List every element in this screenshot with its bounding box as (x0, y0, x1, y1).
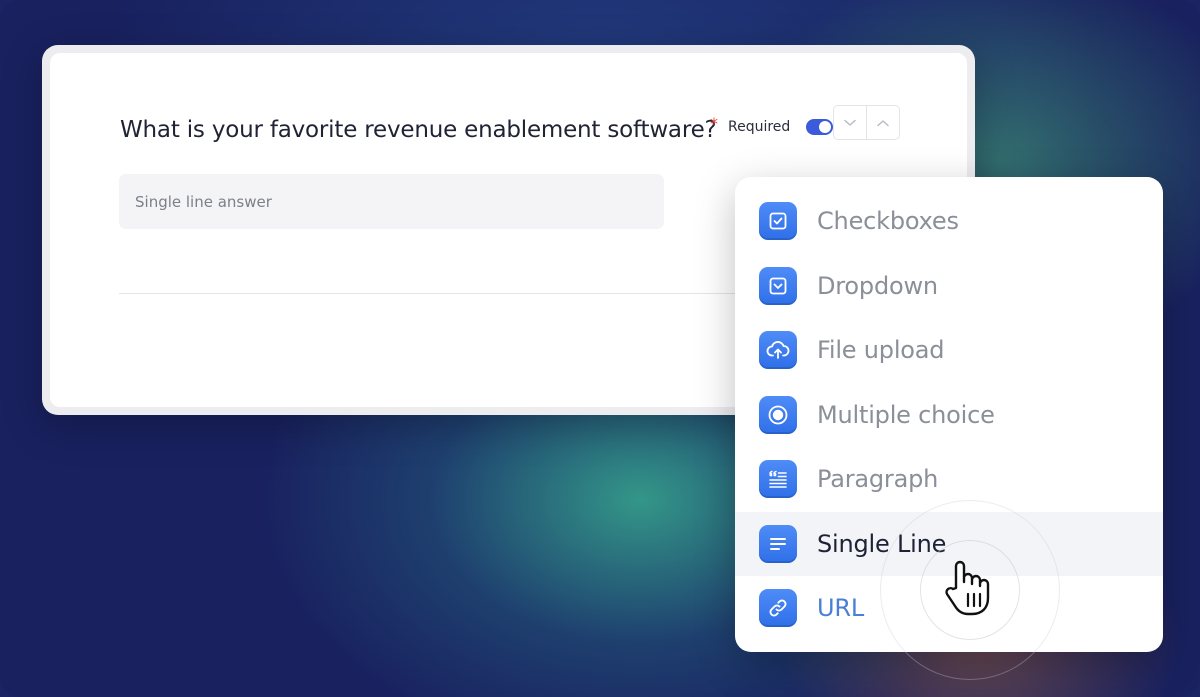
link-icon (759, 589, 797, 628)
menu-item-label: Paragraph (817, 465, 939, 494)
move-down-button[interactable] (834, 106, 867, 139)
menu-item-label: URL (817, 594, 865, 623)
menu-item-url[interactable]: URL (735, 576, 1163, 641)
menu-item-label: Single Line (817, 529, 947, 558)
required-toggle[interactable] (806, 119, 834, 135)
menu-item-paragraph[interactable]: Paragraph (735, 447, 1163, 512)
menu-item-file-upload[interactable]: File upload (735, 318, 1163, 383)
chevron-up-icon (877, 119, 889, 126)
reorder-buttons (833, 105, 900, 140)
question-title[interactable]: What is your favorite revenue enablement… (120, 117, 717, 143)
menu-item-label: Multiple choice (817, 400, 995, 429)
answer-input[interactable] (119, 174, 664, 229)
paragraph-icon (759, 460, 797, 499)
menu-item-single-line[interactable]: Single Line (735, 511, 1163, 576)
menu-item-dropdown[interactable]: Dropdown (735, 254, 1163, 319)
dropdown-icon (759, 266, 797, 305)
menu-item-label: Checkboxes (817, 207, 959, 236)
question-type-menu: Checkboxes Dropdown File upload Multiple… (735, 177, 1163, 652)
menu-item-multiple-choice[interactable]: Multiple choice (735, 383, 1163, 448)
required-control: * Required (710, 114, 834, 135)
cloud-upload-icon (759, 331, 797, 370)
required-star: * (710, 113, 718, 133)
menu-item-label: File upload (817, 336, 945, 365)
menu-item-label: Dropdown (817, 271, 938, 300)
checkbox-icon (759, 202, 797, 241)
move-up-button[interactable] (867, 106, 899, 139)
chevron-down-icon (844, 119, 856, 126)
menu-item-checkboxes[interactable]: Checkboxes (735, 189, 1163, 254)
single-line-icon (759, 524, 797, 563)
divider (119, 293, 759, 294)
required-label: Required (728, 119, 791, 135)
radio-icon (759, 395, 797, 434)
